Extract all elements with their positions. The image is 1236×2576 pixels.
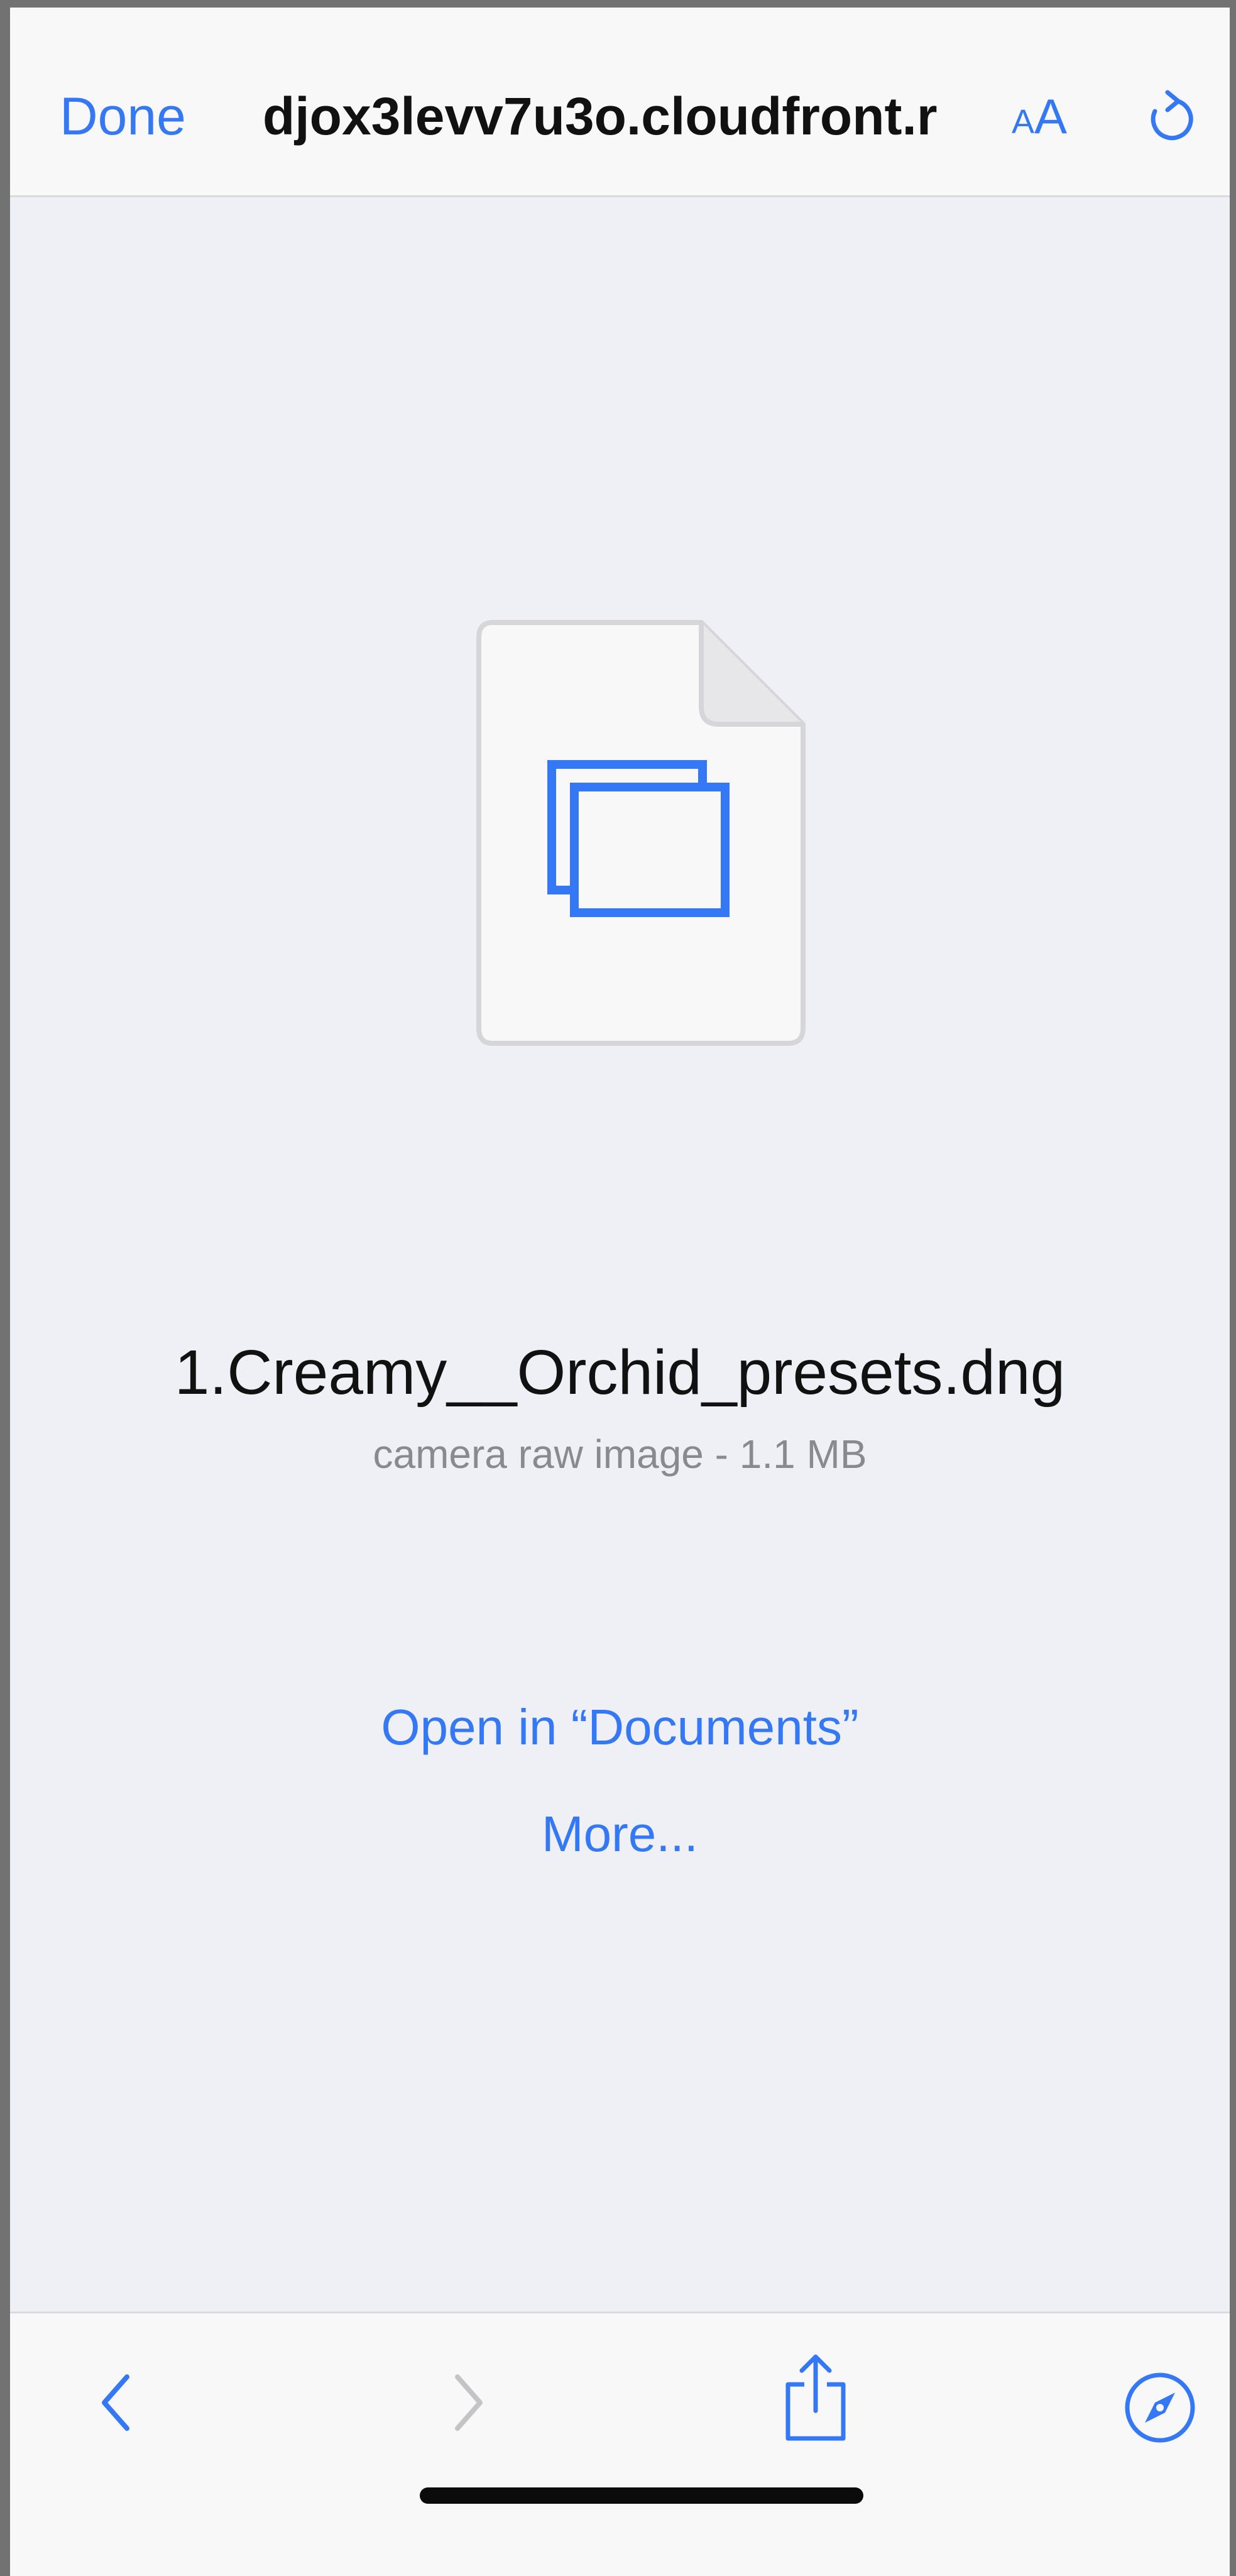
more-link[interactable]: More... — [10, 1803, 1230, 1866]
back-button[interactable] — [94, 2368, 138, 2437]
aa-big-label: A — [1034, 89, 1068, 144]
compass-button[interactable] — [1122, 2370, 1198, 2445]
file-name: 1.Creamy__Orchid_presets.dng — [174, 1337, 1066, 1408]
reload-button[interactable] — [1139, 86, 1201, 149]
home-indicator — [420, 2487, 863, 2504]
share-button[interactable] — [778, 2350, 853, 2445]
reload-icon — [1151, 90, 1193, 141]
text-size-button[interactable]: AA — [1012, 85, 1067, 162]
aa-small-label: A — [1012, 103, 1035, 141]
chevron-left-icon — [102, 2374, 129, 2431]
bottom-toolbar — [10, 2312, 1230, 2576]
chevron-right-icon — [455, 2374, 483, 2431]
file-meta: camera raw image - 1.1 MB — [373, 1432, 867, 1477]
page-url-title: djox3levv7u3o.cloudfront.r — [263, 87, 938, 146]
forward-button[interactable] — [446, 2368, 490, 2437]
document-icon — [476, 620, 806, 1046]
screen-frame — [0, 0, 1236, 2576]
done-button[interactable]: Done — [60, 85, 186, 148]
file-preview — [475, 619, 807, 1047]
share-icon — [785, 2354, 846, 2441]
open-in-documents-link[interactable]: Open in “Documents” — [10, 1696, 1230, 1759]
compass-icon — [1125, 2372, 1195, 2443]
